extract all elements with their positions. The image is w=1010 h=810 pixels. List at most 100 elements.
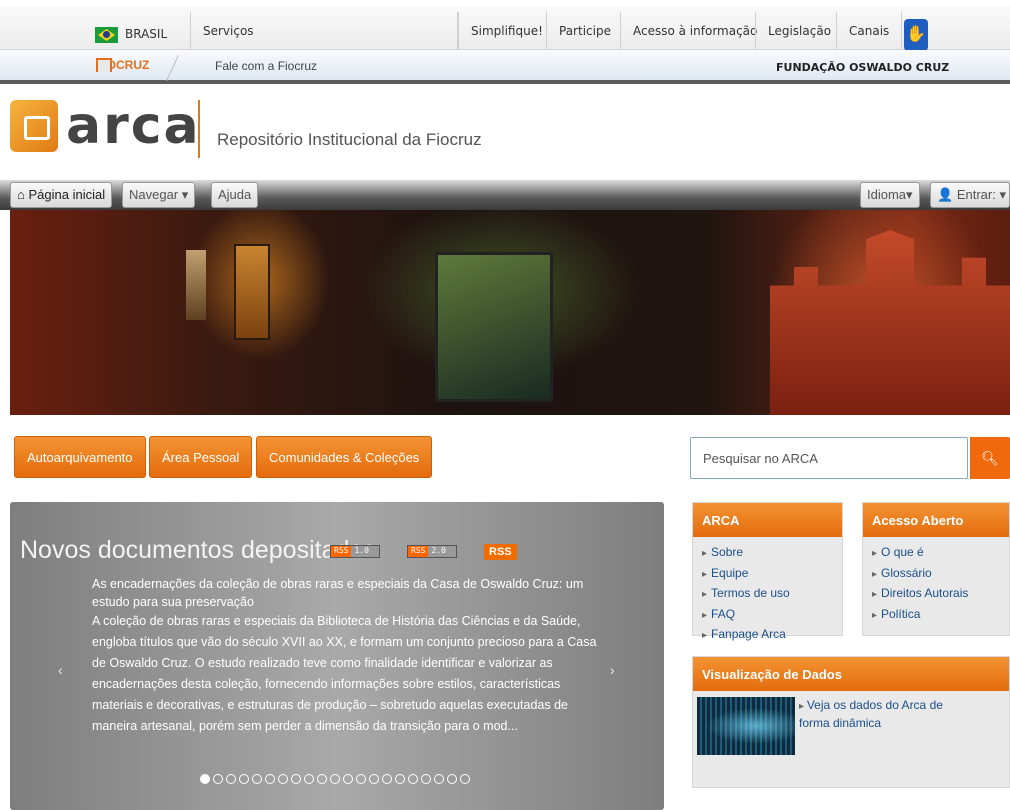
- carousel-dot[interactable]: [434, 774, 444, 784]
- arca-logo-text[interactable]: arca: [66, 96, 201, 156]
- personal-area-label: Área Pessoal: [162, 449, 240, 465]
- search-button[interactable]: 🔍︎: [970, 437, 1010, 479]
- open-access-title: Acesso Aberto: [863, 503, 1009, 537]
- carousel-dot[interactable]: [343, 774, 353, 784]
- search-placeholder: Pesquisar no ARCA: [703, 450, 818, 466]
- data-visualization-box: Visualização de Dados ▸ Veja os dados do…: [692, 656, 1010, 788]
- logo-divider: [198, 100, 200, 158]
- carousel-dot[interactable]: [278, 774, 288, 784]
- personal-area-button[interactable]: Área Pessoal: [149, 436, 253, 478]
- carousel-dot[interactable]: [213, 774, 223, 784]
- fiocruz-logo[interactable]: FIOCRUZ: [96, 58, 149, 72]
- carousel-dot[interactable]: [382, 774, 392, 784]
- carousel-dot[interactable]: [369, 774, 379, 784]
- about-link[interactable]: Sobre: [702, 543, 842, 564]
- home-label: Página inicial: [28, 187, 106, 202]
- communities-label: Comunidades & Coleções: [269, 449, 420, 465]
- help-button[interactable]: Ajuda: [211, 182, 259, 208]
- arca-logo-icon[interactable]: [10, 100, 58, 152]
- gov-link-label: Participe: [559, 24, 611, 38]
- repository-subtitle: Repositório Institucional da Fiocruz: [217, 130, 482, 149]
- carousel-dot[interactable]: [226, 774, 236, 784]
- carousel-prev-button[interactable]: ‹: [58, 662, 63, 678]
- language-dropdown[interactable]: Idioma▾: [860, 182, 920, 208]
- gov-link-canais[interactable]: Canais: [836, 12, 903, 50]
- carousel-dot[interactable]: [304, 774, 314, 784]
- carousel-dot[interactable]: [447, 774, 457, 784]
- carousel-next-button[interactable]: ›: [610, 662, 615, 678]
- accessibility-hand-icon[interactable]: ✋: [904, 19, 928, 51]
- communities-button[interactable]: Comunidades & Coleções: [256, 436, 433, 478]
- item-title-link[interactable]: As encadernações da coleção de obras rar…: [92, 575, 612, 611]
- what-is-link[interactable]: O que é: [872, 543, 1009, 564]
- carousel-dot[interactable]: [460, 774, 470, 784]
- faq-link[interactable]: FAQ: [702, 605, 842, 626]
- copyright-link[interactable]: Direitos Autorais: [872, 584, 1009, 605]
- open-access-box: Acesso Aberto O que é Glossário Direitos…: [862, 502, 1010, 636]
- contact-link[interactable]: Fale com a Fiocruz: [215, 59, 317, 73]
- policy-link[interactable]: Política: [872, 605, 1009, 626]
- carousel-dot[interactable]: [395, 774, 405, 784]
- fanpage-link[interactable]: Fanpage Arca: [702, 625, 842, 646]
- caret-down-icon: ▾: [181, 187, 189, 202]
- data-viz-link-label: Veja os dados do Arca de forma dinâmica: [799, 698, 943, 730]
- gov-link-acesso[interactable]: Acesso à informação: [620, 12, 769, 50]
- fiocruz-logo-icon: [96, 58, 112, 72]
- browse-label: Navegar: [129, 187, 179, 202]
- open-access-links: O que é Glossário Direitos Autorais Polí…: [863, 537, 1009, 625]
- rss-feed-link[interactable]: RSS 1.0: [330, 545, 380, 558]
- carousel-dot[interactable]: [252, 774, 262, 784]
- gov-link-participe[interactable]: Participe: [546, 12, 623, 50]
- carousel-dot[interactable]: [408, 774, 418, 784]
- caret-down-icon: ▾: [999, 187, 1006, 202]
- browse-dropdown[interactable]: Navegar ▾: [122, 182, 196, 208]
- self-archive-button[interactable]: Autoarquivamento: [14, 436, 146, 478]
- gov-link-label: Acesso à informação: [633, 24, 758, 38]
- carousel-title: Novos documentos depositados: [20, 536, 376, 565]
- glossary-link[interactable]: Glossário: [872, 564, 1009, 585]
- carousel-dot[interactable]: [265, 774, 275, 784]
- search-input[interactable]: Pesquisar no ARCA: [690, 437, 968, 479]
- login-label: Entrar:: [956, 187, 996, 202]
- arca-info-box: ARCA Sobre Equipe Termos de uso FAQ Fanp…: [692, 502, 843, 641]
- site-header: arca Repositório Institucional da Fiocru…: [0, 88, 1010, 180]
- login-dropdown[interactable]: 👤 Entrar: ▾: [930, 182, 1010, 208]
- divider: [166, 55, 179, 81]
- gov-link-label: Canais: [849, 24, 890, 38]
- gov-link-legislacao[interactable]: Legislação: [755, 12, 843, 50]
- rss-button[interactable]: RSS: [484, 544, 517, 560]
- user-icon: 👤: [937, 187, 954, 202]
- carousel-dot[interactable]: [356, 774, 366, 784]
- help-label: Ajuda: [218, 187, 252, 202]
- item-abstract: A coleção de obras raras e especiais da …: [92, 614, 597, 733]
- carousel-dot[interactable]: [421, 774, 431, 784]
- carousel-indicators: [200, 774, 470, 784]
- carousel-dot[interactable]: [291, 774, 301, 784]
- data-viz-thumbnail[interactable]: [697, 697, 795, 755]
- brazil-flag-icon[interactable]: [95, 27, 118, 43]
- services-link[interactable]: Serviços: [190, 12, 458, 50]
- home-button[interactable]: ⌂ Página inicial: [10, 182, 113, 208]
- recent-items-carousel: Novos documentos depositados RSS 1.0 RSS 2…: [10, 502, 664, 810]
- carousel-dot[interactable]: [200, 774, 210, 784]
- exhibit-screen: [435, 252, 553, 402]
- gov-link-label: Legislação: [768, 24, 832, 38]
- foundation-link[interactable]: FUNDAÇÃO OSWALDO CRUZ: [776, 61, 949, 74]
- arca-box-title: ARCA: [693, 503, 842, 537]
- arrow-right-icon: ▸: [799, 701, 807, 712]
- gov-link-label: Simplifique!: [471, 24, 543, 38]
- home-icon: ⌂: [17, 187, 25, 202]
- team-link[interactable]: Equipe: [702, 564, 842, 585]
- exhibit-panel: [234, 244, 270, 340]
- carousel-dot[interactable]: [330, 774, 340, 784]
- rss-tag: RSS: [408, 546, 429, 557]
- carousel-dot[interactable]: [239, 774, 249, 784]
- data-viz-link[interactable]: ▸ Veja os dados do Arca de forma dinâmic…: [799, 697, 969, 732]
- terms-link[interactable]: Termos de uso: [702, 584, 842, 605]
- carousel-dot[interactable]: [317, 774, 327, 784]
- self-archive-label: Autoarquivamento: [27, 449, 133, 465]
- gov-link-simplifique[interactable]: Simplifique!: [458, 12, 555, 50]
- rss-feed-link[interactable]: RSS 2.0: [407, 545, 457, 558]
- brasil-link[interactable]: BRASIL: [125, 27, 167, 41]
- arca-links: Sobre Equipe Termos de uso FAQ Fanpage A…: [693, 537, 842, 646]
